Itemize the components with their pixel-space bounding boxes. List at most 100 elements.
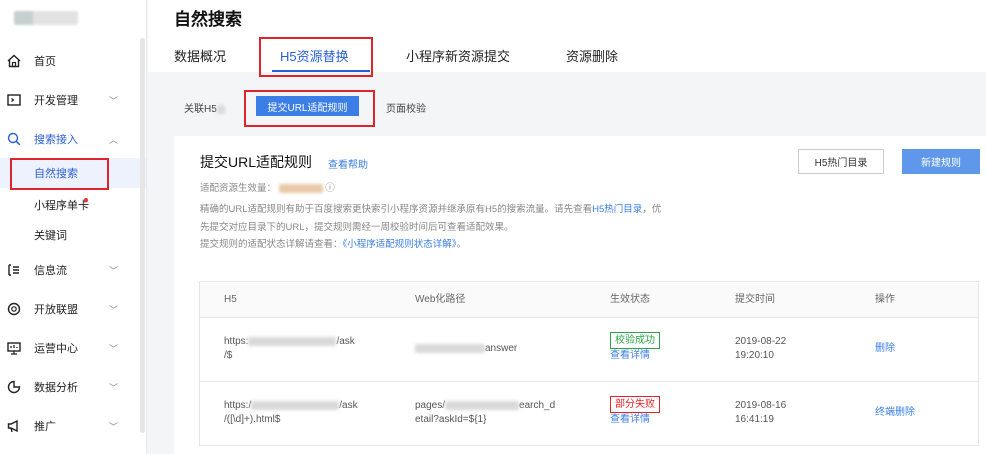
chevron-down-icon: ﹀ — [109, 421, 119, 432]
alliance-icon — [6, 301, 22, 317]
table-row: https: /ask /$ answer 校验成功 查看详情 2019-08-2… — [200, 318, 978, 382]
logo — [14, 11, 78, 25]
table-row: https:/ /ask /([\d]+).html$ pages/earch_d… — [200, 382, 978, 446]
h5-url-cell: https: /ask /$ — [224, 335, 355, 363]
sidebar-item-promotion[interactable]: 推广 ﹀ — [0, 411, 146, 441]
submit-date: 2019-08-22 — [735, 336, 787, 347]
sidebar-item-alliance[interactable]: 开放联盟 ﹀ — [0, 294, 146, 324]
redacted-text — [251, 400, 340, 410]
notification-dot — [84, 198, 88, 202]
status-cell: 部分失败 查看详情 — [610, 396, 660, 427]
h5-url-cell: https:/ /ask /([\d]+).html$ — [224, 399, 358, 427]
search-icon — [6, 131, 22, 147]
feed-icon — [6, 262, 22, 278]
sidebar-item-natural-search[interactable]: 自然搜索 — [0, 158, 146, 188]
view-detail-link[interactable]: 查看详情 — [610, 350, 650, 361]
description-line-1: 精确的URL适配规则有助于百度搜索更快索引小程序资源并继承原有H5的搜索流量。请… — [200, 201, 661, 215]
chevron-down-icon: ﹀ — [109, 95, 119, 106]
tab-resource-delete[interactable]: 资源删除 — [566, 46, 618, 65]
chevron-down-icon: ﹀ — [109, 382, 119, 393]
subtab-link-h5[interactable]: 关联H5 — [184, 100, 225, 115]
view-detail-link[interactable]: 查看详情 — [610, 414, 650, 425]
quota-line: 适配资源生效量： ⓘ — [200, 180, 335, 194]
redacted-text — [415, 343, 485, 353]
chevron-down-icon: ﹀ — [109, 343, 119, 354]
sidebar-scrollbar[interactable] — [140, 38, 145, 433]
help-circle-icon: ⓘ — [325, 183, 335, 194]
page-header: 自然搜索 数据概况 H5资源替换 小程序新资源提交 资源删除 — [148, 0, 986, 72]
tab-h5-replace[interactable]: H5资源替换 — [280, 46, 349, 65]
subtab-submit-url-rule[interactable]: 提交URL适配规则 — [256, 96, 359, 116]
submit-time: 19:20:10 — [735, 350, 774, 361]
chart-icon — [6, 379, 22, 395]
description-line-3: 提交规则的适配状态详解请查看：《小程序适配规则状态详解》。 — [200, 236, 466, 250]
chevron-down-icon: ﹀ — [109, 304, 119, 315]
web-path-part: earch_d — [519, 400, 556, 411]
submit-time-cell: 2019-08-16 16:41:19 — [735, 399, 786, 427]
sidebar-item-dev[interactable]: 开发管理 ﹀ — [0, 85, 146, 115]
home-icon — [6, 53, 22, 69]
submit-date: 2019-08-16 — [735, 400, 787, 411]
status-guide-link[interactable]: 《小程序适配规则状态详解》 — [343, 239, 457, 250]
status-badge: 校验成功 — [610, 332, 660, 349]
tab-overview[interactable]: 数据概况 — [174, 46, 226, 65]
terminal-delete-link[interactable]: 终端删除 — [875, 406, 915, 420]
column-header-h5: H5 — [224, 294, 237, 305]
web-path-part: answer — [485, 343, 518, 354]
rules-card: 提交URL适配规则 查看帮助 H5热门目录 新建规则 适配资源生效量： ⓘ 精确… — [174, 136, 986, 454]
sidebar-item-label: 信息流 — [34, 265, 67, 277]
monitor-icon — [6, 340, 22, 356]
h5-directory-button[interactable]: H5热门目录 — [798, 149, 884, 174]
card-title: 提交URL适配规则 — [200, 154, 313, 170]
chevron-down-icon: ﹀ — [109, 265, 119, 276]
sidebar-item-operations[interactable]: 运营中心 ﹀ — [0, 333, 146, 363]
status-cell: 校验成功 查看详情 — [610, 332, 660, 363]
sidebar-item-home[interactable]: 首页 — [0, 46, 146, 76]
status-badge: 部分失败 — [610, 396, 660, 413]
sidebar-item-label: 小程序单卡 — [34, 200, 89, 212]
tab-mini-program-submit[interactable]: 小程序新资源提交 — [406, 46, 510, 65]
sidebar-item-label: 开放联盟 — [34, 304, 78, 316]
description-line-2: 先提交对应目录下的URL，提交规则需经一周校验时间后可查看适配效果。 — [200, 222, 514, 233]
table-header: H5 Web化路径 生效状态 提交时间 操作 — [200, 282, 978, 318]
redacted-text — [445, 400, 520, 410]
sidebar-item-label: 推广 — [34, 421, 56, 433]
quota-label: 适配资源生效量： — [200, 183, 277, 194]
megaphone-icon — [6, 418, 22, 434]
sidebar-item-label: 搜索接入 — [34, 134, 78, 146]
description-text: 提交规则的适配状态详解请查看： — [200, 239, 343, 250]
sidebar-item-search[interactable]: 搜索接入 ︿ — [0, 124, 146, 154]
new-rule-button[interactable]: 新建规则 — [902, 149, 980, 174]
sidebar-item-feed[interactable]: 信息流 ﹀ — [0, 255, 146, 285]
description-text: 精确的URL适配规则有助于百度搜索更快索引小程序资源并继承原有H5的搜索流量。请… — [200, 204, 593, 215]
redacted-text — [248, 336, 337, 346]
sidebar: 首页 开发管理 ﹀ 搜索接入 ︿ 自然搜索 小程序单卡 关键词 信息流 ﹀ 开放… — [0, 0, 147, 454]
sidebar-item-analytics[interactable]: 数据分析 ﹀ — [0, 372, 146, 402]
rules-table: H5 Web化路径 生效状态 提交时间 操作 https: /ask /$ ans… — [199, 281, 979, 446]
web-path-cell: pages/earch_d etail?askId=${1} — [415, 399, 555, 427]
active-tab-indicator — [272, 70, 370, 72]
h5-url-part: /$ — [224, 350, 233, 361]
column-header-actions: 操作 — [875, 294, 895, 305]
dev-icon — [6, 92, 22, 108]
submit-time: 16:41:19 — [735, 414, 774, 425]
web-path-part: etail?askId=${1} — [415, 414, 487, 425]
sidebar-item-mini-card[interactable]: 小程序单卡 — [0, 190, 146, 220]
sidebar-item-label: 数据分析 — [34, 382, 78, 394]
sidebar-item-keywords[interactable]: 关键词 — [0, 220, 146, 250]
h5-directory-link[interactable]: H5热门目录 — [592, 204, 642, 215]
redacted-value — [278, 183, 323, 193]
delete-link[interactable]: 删除 — [875, 342, 895, 356]
h5-url-part: /ask — [336, 336, 355, 347]
description-text: 。 — [456, 239, 467, 250]
sidebar-item-label: 开发管理 — [34, 95, 78, 107]
chevron-up-icon: ︿ — [109, 134, 119, 145]
web-path-cell: answer — [415, 342, 517, 356]
help-link[interactable]: 查看帮助 — [328, 156, 368, 171]
redacted-text — [216, 104, 225, 114]
subtab-label: 关联H5 — [184, 104, 217, 115]
page-title: 自然搜索 — [174, 10, 242, 29]
subtab-page-verify[interactable]: 页面校验 — [386, 100, 426, 115]
h5-url-part: https:/ — [224, 400, 252, 411]
h5-url-part: https: — [224, 336, 249, 347]
